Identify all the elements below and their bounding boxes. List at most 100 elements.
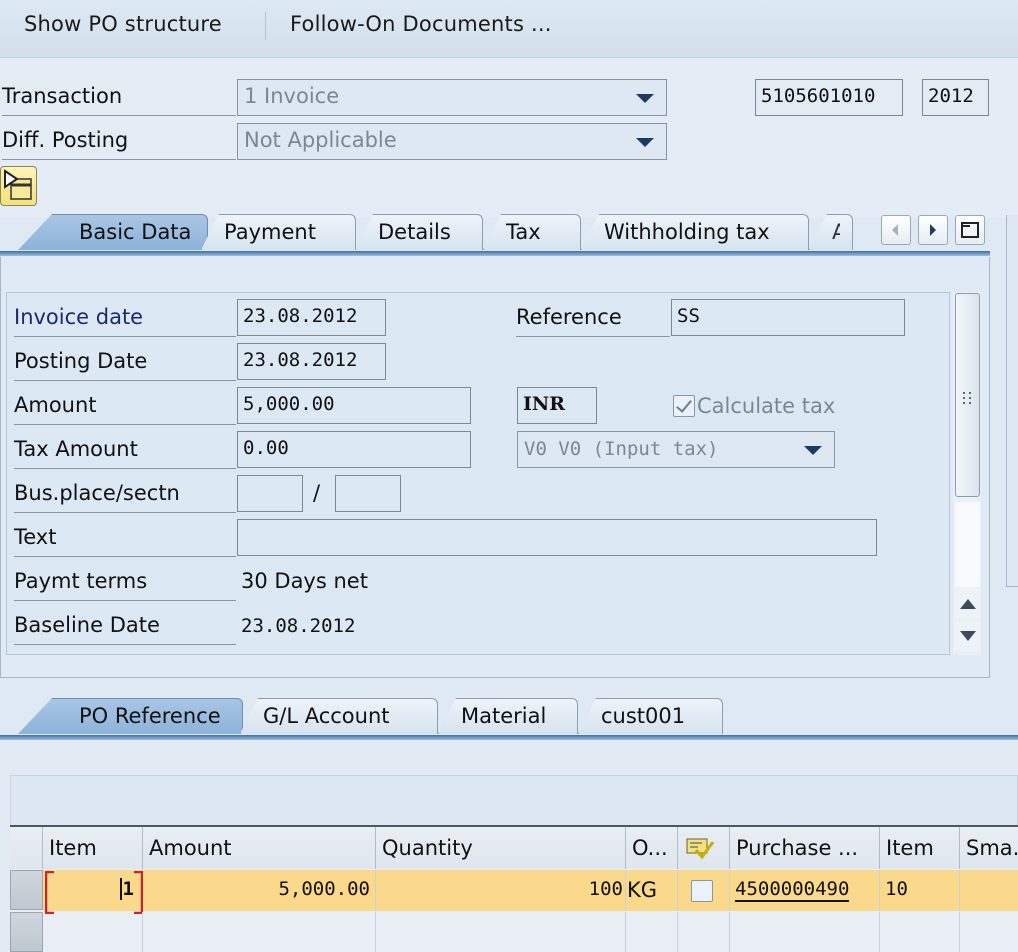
table-row-po-cell[interactable]: 4500000490	[730, 870, 880, 911]
tab-label: PO Reference	[79, 704, 221, 728]
scroll-up-button[interactable]	[955, 589, 980, 619]
transaction-dropdown[interactable]: 1 Invoice	[237, 79, 667, 116]
calculate-tax-checkbox[interactable]	[673, 395, 695, 417]
table-row-amount-cell[interactable]: 5,000.00	[143, 870, 376, 911]
scroll-down-button[interactable]	[955, 621, 980, 651]
item-value: 1	[119, 878, 134, 900]
checklist-icon	[686, 838, 715, 860]
follow-on-documents-button[interactable]: Follow-On Documents ...	[290, 12, 552, 36]
tab-po-reference[interactable]: PO Reference	[18, 698, 243, 734]
select-all-header[interactable]	[10, 827, 43, 869]
tax-amount-input[interactable]: 0.00	[237, 431, 471, 468]
amount-label: Amount	[14, 393, 236, 425]
column-header-po-item[interactable]: Item	[880, 827, 960, 869]
show-hide-worklist-button[interactable]	[0, 166, 37, 206]
arrow-down-icon	[959, 631, 976, 641]
tab-label: Tax	[506, 220, 541, 244]
tab-withholding-tax[interactable]: Withholding tax	[581, 214, 809, 250]
tax-code-dropdown[interactable]: V0 V0 (Input tax)	[517, 431, 835, 468]
calculate-tax-label: Calculate tax	[697, 394, 836, 418]
purchase-order-link[interactable]: 4500000490	[735, 878, 850, 902]
tab-label: Withholding tax	[604, 220, 770, 244]
table-empty-cell[interactable]	[376, 912, 626, 952]
column-header-small[interactable]: Sma.	[960, 827, 1018, 869]
baseline-date-label: Baseline Date	[14, 613, 236, 645]
column-header-check[interactable]	[678, 827, 730, 869]
column-header-quantity[interactable]: Quantity	[376, 827, 626, 869]
scrollbar-thumb[interactable]	[955, 293, 980, 497]
main-tab-strip: Basic Data Payment Details Tax Withholdi…	[18, 214, 853, 252]
column-header-purchase-order[interactable]: Purchase ...	[730, 827, 880, 869]
reference-input[interactable]: SS	[671, 299, 905, 336]
invoice-date-label: Invoice date	[14, 305, 236, 337]
document-number-field: 5105601010	[755, 79, 903, 116]
table-empty-cell[interactable]	[626, 912, 678, 952]
arrow-up-icon	[959, 599, 976, 609]
tab-payment[interactable]: Payment	[201, 214, 356, 250]
diff-posting-label: Diff. Posting	[2, 128, 236, 160]
table-empty-cell[interactable]	[960, 912, 1018, 952]
text-label: Text	[14, 525, 236, 557]
scrollbar-track[interactable]	[955, 502, 980, 587]
table-toolbar	[10, 775, 1018, 825]
table-row-check-cell[interactable]	[678, 870, 730, 911]
diff-posting-dropdown[interactable]: Not Applicable	[237, 123, 667, 160]
column-header-amount[interactable]: Amount	[143, 827, 376, 869]
calculate-tax-checkbox-group[interactable]: Calculate tax	[673, 394, 835, 418]
section-code-input[interactable]	[335, 475, 401, 512]
tab-label: Details	[378, 220, 451, 244]
side-panel-edge	[1006, 215, 1018, 587]
table-row-small-cell[interactable]	[960, 870, 1018, 911]
table-row-quantity-cell[interactable]: 100	[376, 870, 626, 911]
table-row-unit-cell[interactable]: KG	[626, 870, 678, 911]
currency-input[interactable]: INR	[517, 387, 597, 424]
payment-terms-label: Paymt terms	[14, 569, 236, 601]
tab-material[interactable]: Material	[438, 698, 578, 734]
text-input[interactable]	[237, 519, 877, 556]
tab-more-truncated[interactable]: A	[809, 214, 853, 250]
tab-list-icon	[961, 222, 979, 238]
payment-terms-value: 30 Days net	[241, 569, 368, 593]
main-tab-underline	[0, 251, 990, 256]
chevron-down-icon	[804, 446, 822, 455]
table-row-item-cell[interactable]: 1	[43, 870, 143, 911]
show-hide-worklist-icon	[4, 169, 32, 200]
table-empty-cell[interactable]	[43, 912, 143, 952]
invoice-date-input[interactable]: 23.08.2012	[237, 299, 386, 336]
table-empty-cell[interactable]	[143, 912, 376, 952]
table-row-po-item-cell[interactable]: 10	[880, 870, 960, 911]
posting-date-input[interactable]: 23.08.2012	[237, 343, 386, 380]
business-place-input[interactable]	[237, 475, 303, 512]
transaction-value: 1 Invoice	[244, 84, 340, 108]
fiscal-year-field: 2012	[922, 79, 989, 116]
tab-basic-data[interactable]: Basic Data	[18, 214, 208, 250]
chevron-down-icon	[636, 138, 654, 147]
tab-list-button[interactable]	[955, 215, 985, 245]
row-selector[interactable]	[10, 870, 43, 910]
table-empty-cell[interactable]	[730, 912, 880, 952]
row-checkbox[interactable]	[691, 879, 713, 902]
caret-left-icon	[892, 224, 898, 236]
table-empty-cell[interactable]	[880, 912, 960, 952]
amount-input[interactable]: 5,000.00	[237, 387, 471, 424]
chevron-down-icon	[636, 94, 654, 103]
table-empty-cell[interactable]	[678, 912, 730, 952]
tab-cust001[interactable]: cust001	[578, 698, 723, 734]
tab-tax[interactable]: Tax	[483, 214, 581, 250]
show-po-structure-button[interactable]: Show PO structure	[24, 12, 222, 36]
application-toolbar: Show PO structure Follow-On Documents ..…	[0, 0, 1018, 58]
caret-right-icon	[930, 224, 936, 236]
bus-place-separator: /	[313, 481, 321, 505]
baseline-date-value: 23.08.2012	[241, 615, 356, 637]
column-header-order-unit[interactable]: O...	[626, 827, 678, 869]
item-tab-strip: PO Reference G/L Account Material cust00…	[18, 698, 728, 736]
column-header-item[interactable]: Item	[43, 827, 143, 869]
diff-posting-value: Not Applicable	[244, 128, 397, 152]
tab-scroll-right-button[interactable]	[918, 215, 948, 245]
row-selector[interactable]	[10, 912, 43, 952]
reference-label: Reference	[516, 305, 670, 337]
items-table: Item Amount Quantity O... Purchase ... I…	[10, 825, 1018, 952]
tab-gl-account[interactable]: G/L Account	[240, 698, 438, 734]
tab-details[interactable]: Details	[355, 214, 483, 250]
tab-scroll-left-button[interactable]	[881, 215, 911, 245]
